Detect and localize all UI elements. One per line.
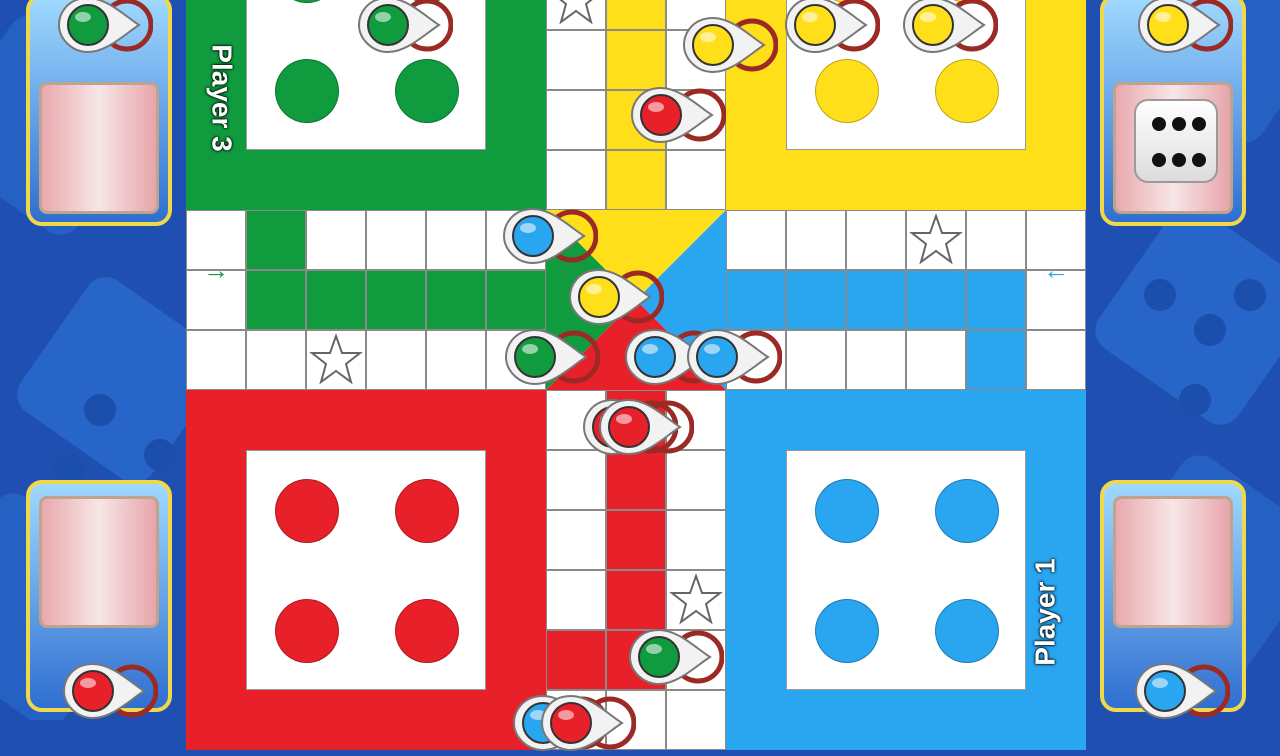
player-3-label: Player 3	[206, 44, 238, 152]
home-slot-blue[interactable]	[935, 479, 999, 543]
board-cell[interactable]	[846, 270, 906, 330]
board-cell[interactable]	[786, 210, 846, 270]
dice-box-top-right[interactable]	[1113, 82, 1233, 214]
player-1-label: Player 1	[1029, 558, 1061, 666]
board-cell[interactable]	[306, 270, 366, 330]
pawn-token-icon-green[interactable]	[502, 324, 600, 390]
pawn-token-icon-yellow[interactable]	[1135, 0, 1233, 58]
home-slot-green[interactable]	[275, 0, 339, 3]
board-cell[interactable]	[426, 210, 486, 270]
board-cell[interactable]	[246, 210, 306, 270]
dice-pip	[1152, 153, 1166, 167]
board-cell[interactable]	[906, 330, 966, 390]
board-cell[interactable]	[306, 210, 366, 270]
safe-star-icon	[309, 332, 363, 385]
board-cell[interactable]	[726, 210, 786, 270]
board-cell[interactable]	[426, 270, 486, 330]
board-cell[interactable]	[666, 150, 726, 210]
dice-pip	[1152, 117, 1166, 131]
pawn-token-icon-red[interactable]	[628, 82, 726, 148]
board-cell[interactable]	[246, 270, 306, 330]
board-cell[interactable]	[546, 90, 606, 150]
board-cell[interactable]	[546, 30, 606, 90]
home-slot-blue[interactable]	[935, 599, 999, 663]
pawn-token-icon-yellow[interactable]	[566, 264, 664, 330]
board-cell[interactable]	[186, 330, 246, 390]
pawn-token-icon-red[interactable]	[60, 658, 158, 724]
dice-box-top-left[interactable]	[39, 82, 159, 214]
board-cell[interactable]	[546, 510, 606, 570]
board-cell[interactable]	[366, 210, 426, 270]
entry-arrow-blue: ←	[1043, 255, 1069, 285]
board-cell[interactable]	[966, 330, 1026, 390]
dice-pip	[1172, 117, 1186, 131]
board-cell[interactable]	[786, 270, 846, 330]
board-cell[interactable]	[846, 210, 906, 270]
board-cell[interactable]	[666, 510, 726, 570]
pawn-token-icon-yellow[interactable]	[782, 0, 880, 58]
home-slot-yellow[interactable]	[815, 59, 879, 123]
pawn-token-icon-yellow[interactable]	[680, 12, 778, 78]
board-cell[interactable]	[606, 30, 666, 90]
home-slot-green[interactable]	[275, 59, 339, 123]
board-cell[interactable]	[606, 510, 666, 570]
board-cell[interactable]	[606, 570, 666, 630]
board-cell[interactable]	[546, 630, 606, 690]
board-cell[interactable]	[246, 330, 306, 390]
board-cell[interactable]	[606, 0, 666, 30]
dice-pip	[1192, 117, 1206, 131]
dice-pip	[1172, 153, 1186, 167]
home-slot-blue[interactable]	[815, 479, 879, 543]
board-cell[interactable]	[546, 150, 606, 210]
pawn-token-icon-red[interactable]	[538, 690, 636, 756]
board-cell[interactable]	[546, 570, 606, 630]
dice-box-bottom-right[interactable]	[1113, 496, 1233, 628]
pawn-token-icon-green[interactable]	[355, 0, 453, 58]
dice-pip	[1192, 153, 1206, 167]
safe-star-icon	[669, 572, 723, 625]
board-cell[interactable]	[726, 270, 786, 330]
pawn-token-icon-blue[interactable]	[1132, 658, 1230, 724]
board-cell[interactable]	[846, 330, 906, 390]
board-cell[interactable]	[366, 270, 426, 330]
pawn-token-icon-blue[interactable]	[500, 203, 598, 269]
board-cell[interactable]	[966, 270, 1026, 330]
entry-arrow-green: →	[203, 255, 229, 285]
home-slot-blue[interactable]	[815, 599, 879, 663]
board-cell[interactable]	[486, 270, 546, 330]
board-cell[interactable]	[906, 270, 966, 330]
home-slot-red[interactable]	[275, 479, 339, 543]
home-slot-red[interactable]	[395, 479, 459, 543]
dice-icon[interactable]	[1134, 99, 1218, 183]
board-cell[interactable]	[366, 330, 426, 390]
home-slot-red[interactable]	[275, 599, 339, 663]
board-cell[interactable]	[786, 330, 846, 390]
home-slot-green[interactable]	[395, 59, 459, 123]
home-slot-yellow[interactable]	[935, 59, 999, 123]
pawn-token-icon-green[interactable]	[55, 0, 153, 58]
pawn-token-icon-green[interactable]	[626, 624, 724, 690]
safe-star-icon	[559, 0, 593, 25]
board-cell[interactable]	[1026, 330, 1086, 390]
pawn-token-icon-blue[interactable]	[684, 324, 782, 390]
dice-box-bottom-left[interactable]	[39, 496, 159, 628]
board-cell[interactable]	[966, 210, 1026, 270]
safe-star-icon	[909, 212, 963, 265]
home-yard-red	[186, 390, 546, 750]
home-inner-red	[246, 450, 486, 690]
pawn-token-icon-red[interactable]	[596, 394, 694, 460]
board-cell[interactable]	[426, 330, 486, 390]
board-cell[interactable]	[666, 690, 726, 750]
board-cell[interactable]	[606, 150, 666, 210]
pawn-token-icon-yellow[interactable]	[900, 0, 998, 58]
home-inner-blue	[786, 450, 1026, 690]
home-slot-red[interactable]	[395, 599, 459, 663]
